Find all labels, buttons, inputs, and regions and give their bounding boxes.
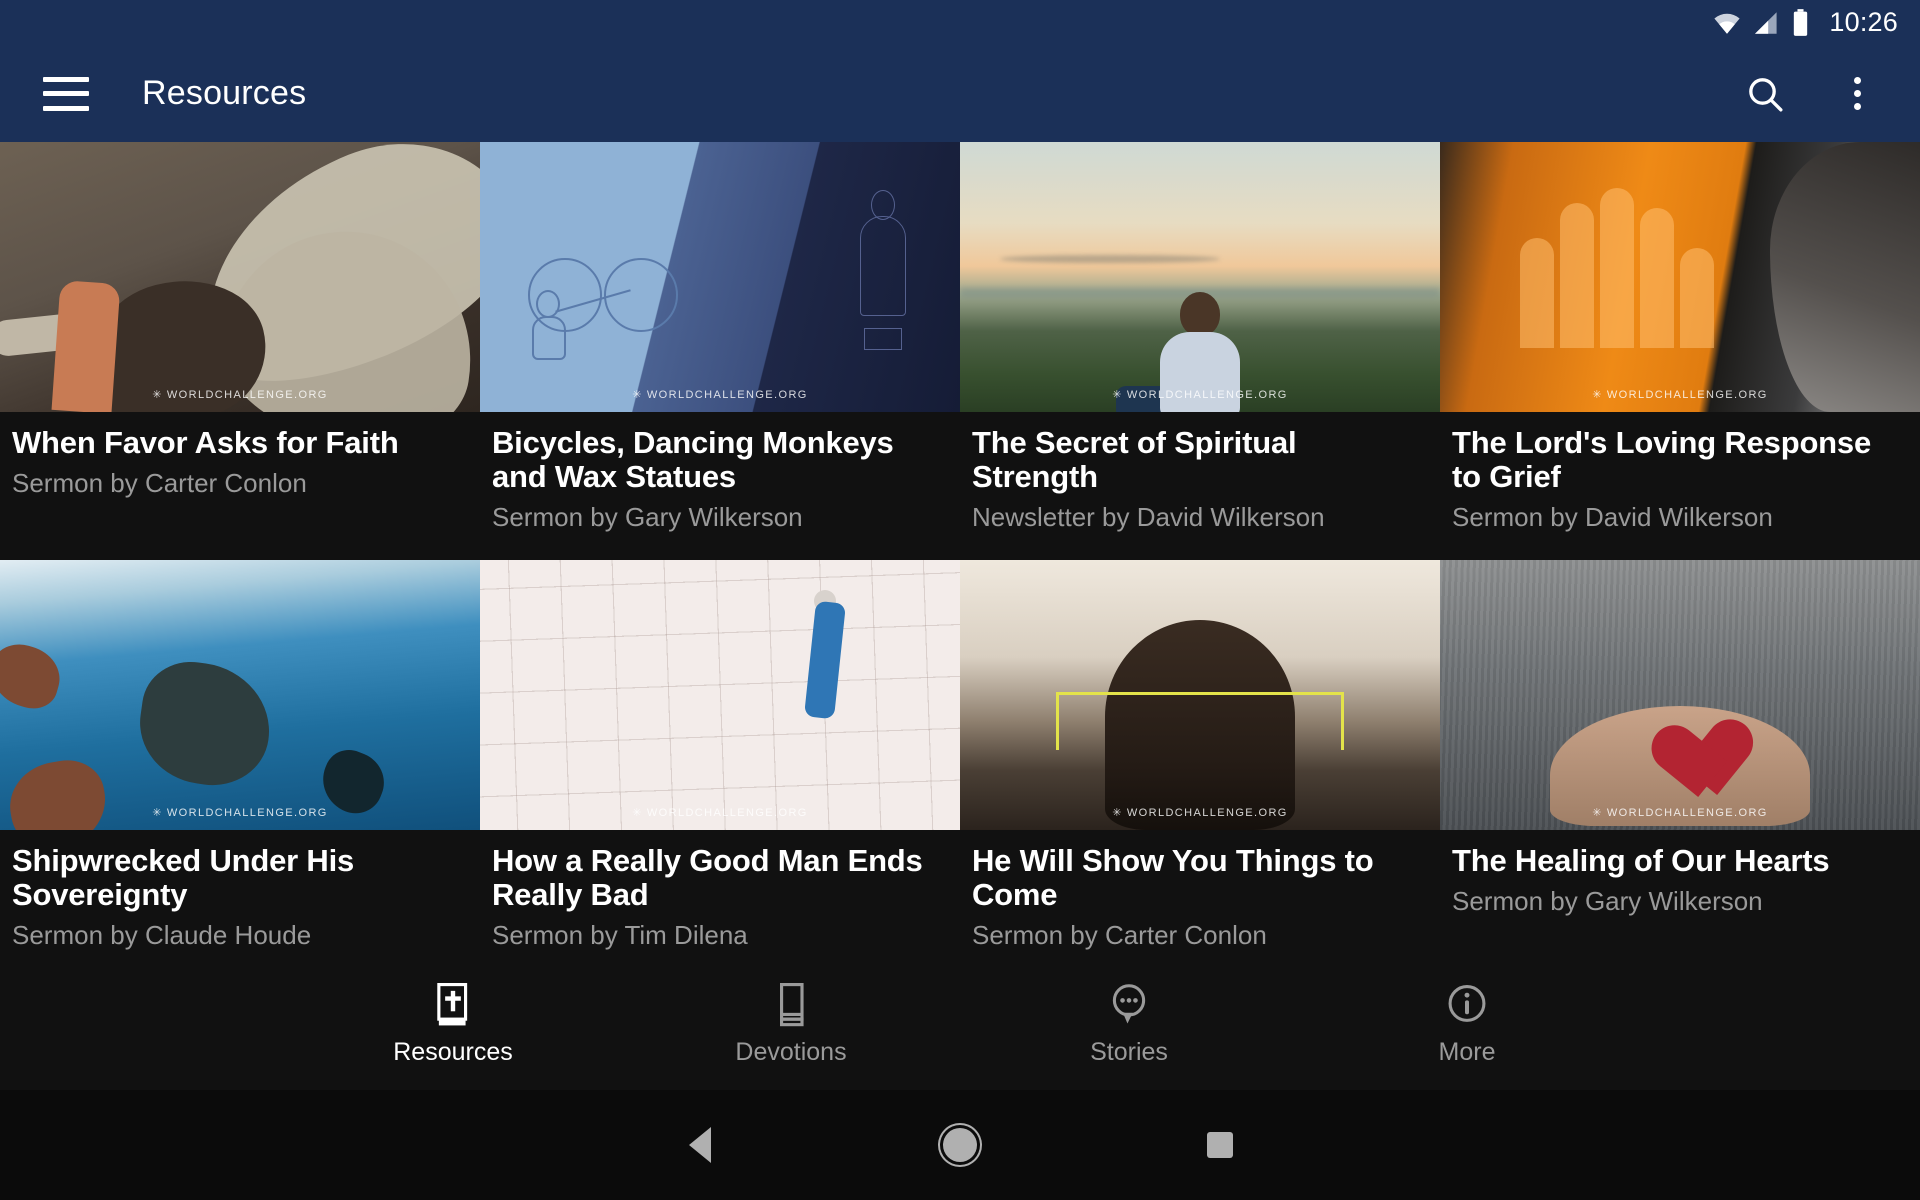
card-body: The Secret of Spiritual Strength Newslet… xyxy=(960,412,1440,532)
watermark: ✳ WORLDCHALLENGE.ORG xyxy=(1112,807,1288,819)
resource-card[interactable]: HE WILL SHOW YOU THINGS TO COME ✳WORLDCH… xyxy=(960,560,1440,978)
card-subtitle: Sermon by Gary Wilkerson xyxy=(492,502,803,533)
bible-book-icon xyxy=(437,983,468,1026)
system-home-button[interactable] xyxy=(830,1128,1090,1162)
thumbnail-art xyxy=(480,142,960,412)
thumbnail-art xyxy=(0,142,480,412)
star-icon: ✳ xyxy=(152,389,163,401)
chat-bubble-icon xyxy=(1112,984,1146,1024)
card-subtitle: Sermon by Tim Dilena xyxy=(492,920,748,951)
nav-item-more[interactable]: More xyxy=(1298,983,1636,1067)
thumbnail-art xyxy=(1440,560,1920,830)
card-body: When Favor Asks for Faith Sermon by Cart… xyxy=(0,412,480,498)
card-subtitle: Sermon by Gary Wilkerson xyxy=(1452,886,1763,917)
cellular-signal-icon xyxy=(1755,11,1778,34)
card-title: Shipwrecked Under His Sovereignty xyxy=(12,843,355,913)
thumbnail-art xyxy=(0,560,480,830)
resource-thumbnail: THE HEALING OF OUR HEARTS ✳WORLDCHALLENG… xyxy=(1440,560,1920,830)
card-body: The Healing of Our Hearts Sermon by Gary… xyxy=(1440,830,1920,916)
card-title: He Will Show You Things to Come xyxy=(972,843,1374,913)
resource-thumbnail: WHEN FAVOR ASKS FOR FAITH ✳WORLDCHALLENG… xyxy=(0,142,480,412)
resource-thumbnail: HOW A REALLY GOOD MAN ENDS REALLY BAD ✳W… xyxy=(480,560,960,830)
back-triangle-icon xyxy=(689,1127,711,1163)
resource-thumbnail: THE LORD'S LOVING RESPONSE TO GRIEF ✳WOR… xyxy=(1440,142,1920,412)
card-title: The Healing of Our Hearts xyxy=(1452,843,1830,878)
card-title: When Favor Asks for Faith xyxy=(12,425,399,460)
thumbnail-art xyxy=(960,142,1440,412)
card-title: How a Really Good Man Ends Really Bad xyxy=(492,843,923,913)
star-icon: ✳ xyxy=(632,389,643,401)
star-icon: ✳ xyxy=(1592,389,1603,401)
resource-thumbnail: BICYCLES DANCING MONKEYS WAX STATUES ✳WO… xyxy=(480,142,960,412)
status-bar-clock: 10:26 xyxy=(1829,7,1898,37)
card-subtitle: Newsletter by David Wilkerson xyxy=(972,502,1325,533)
nav-item-stories[interactable]: Stories xyxy=(960,983,1298,1067)
card-subtitle: Sermon by Carter Conlon xyxy=(972,920,1267,951)
search-icon[interactable] xyxy=(1742,71,1788,117)
star-icon: ✳ xyxy=(632,807,643,819)
nav-label: Stories xyxy=(1090,1038,1168,1066)
watermark: ✳ WORLDCHALLENGE.ORG xyxy=(152,389,328,401)
card-subtitle: Sermon by Claude Houde xyxy=(12,920,312,951)
android-system-bar xyxy=(0,1090,1920,1200)
resource-thumbnail: OCTOBER 21, 2019 NEWSLETTER ✳WORLDCHALLE… xyxy=(960,142,1440,412)
bottom-navigation: Resources Devotions Stories More xyxy=(0,960,1920,1090)
recents-square-icon xyxy=(1207,1132,1233,1158)
nav-item-devotions[interactable]: Devotions xyxy=(622,983,960,1067)
resource-card[interactable]: SHIPWRECKED UNDER HIS SOVEREIGNTY ✳WORLD… xyxy=(0,560,480,978)
system-recents-button[interactable] xyxy=(1090,1132,1350,1158)
more-vertical-icon[interactable] xyxy=(1834,71,1880,117)
nav-label: Resources xyxy=(393,1038,513,1066)
watermark: ✳ WORLDCHALLENGE.ORG xyxy=(1592,389,1768,401)
wifi-icon xyxy=(1714,13,1741,34)
page-title: Resources xyxy=(142,74,307,112)
star-icon: ✳ xyxy=(1112,389,1123,401)
battery-icon xyxy=(1794,9,1808,36)
card-body: How a Really Good Man Ends Really Bad Se… xyxy=(480,830,960,950)
app-screen: 10:26 Resources ✳ WORLDCHALLENGE.ORG Whe… xyxy=(0,0,1920,1200)
resource-card[interactable]: BICYCLES DANCING MONKEYS WAX STATUES ✳WO… xyxy=(480,142,960,560)
home-circle-icon xyxy=(943,1128,977,1162)
card-title: Bicycles, Dancing Monkeys and Wax Statue… xyxy=(492,425,894,495)
card-subtitle: Sermon by David Wilkerson xyxy=(1452,502,1773,533)
resource-grid: WHEN FAVOR ASKS FOR FAITH ✳WORLDCHALLENG… xyxy=(0,142,1920,1000)
resource-card[interactable]: THE LORD'S LOVING RESPONSE TO GRIEF ✳WOR… xyxy=(1440,142,1920,560)
hamburger-menu-icon[interactable] xyxy=(43,76,89,111)
watermark: ✳ WORLDCHALLENGE.ORG xyxy=(1592,807,1768,819)
info-circle-icon xyxy=(1448,985,1486,1022)
resource-card[interactable]: HOW A REALLY GOOD MAN ENDS REALLY BAD ✳W… xyxy=(480,560,960,978)
resource-card[interactable]: OCTOBER 21, 2019 NEWSLETTER ✳WORLDCHALLE… xyxy=(960,142,1440,560)
nav-label: Devotions xyxy=(735,1038,847,1066)
system-back-button[interactable] xyxy=(570,1127,830,1163)
card-body: Shipwrecked Under His Sovereignty Sermon… xyxy=(0,830,480,950)
card-body: He Will Show You Things to Come Sermon b… xyxy=(960,830,1440,950)
card-title: The Secret of Spiritual Strength xyxy=(972,425,1297,495)
nav-item-resources[interactable]: Resources xyxy=(284,983,622,1067)
star-icon: ✳ xyxy=(1112,807,1123,819)
nav-label: More xyxy=(1438,1038,1496,1066)
thumbnail-art xyxy=(1440,142,1920,412)
resource-card[interactable]: WHEN FAVOR ASKS FOR FAITH ✳WORLDCHALLENG… xyxy=(0,142,480,560)
card-body: The Lord's Loving Response to Grief Serm… xyxy=(1440,412,1920,532)
watermark: ✳ WORLDCHALLENGE.ORG xyxy=(632,807,808,819)
book-icon xyxy=(779,983,804,1027)
resource-thumbnail: HE WILL SHOW YOU THINGS TO COME ✳WORLDCH… xyxy=(960,560,1440,830)
card-body: Bicycles, Dancing Monkeys and Wax Statue… xyxy=(480,412,960,532)
thumbnail-art xyxy=(960,560,1440,830)
thumbnail-art xyxy=(480,560,960,830)
card-subtitle: Sermon by Carter Conlon xyxy=(12,468,307,499)
watermark: ✳ WORLDCHALLENGE.ORG xyxy=(1112,389,1288,401)
watermark: ✳ WORLDCHALLENGE.ORG xyxy=(152,807,328,819)
status-bar: 10:26 xyxy=(0,0,1920,45)
app-bar: Resources xyxy=(0,45,1920,142)
resource-thumbnail: SHIPWRECKED UNDER HIS SOVEREIGNTY ✳WORLD… xyxy=(0,560,480,830)
card-title: The Lord's Loving Response to Grief xyxy=(1452,425,1871,495)
app-bar-actions xyxy=(1742,71,1920,117)
star-icon: ✳ xyxy=(152,807,163,819)
star-icon: ✳ xyxy=(1592,807,1603,819)
resource-card[interactable]: THE HEALING OF OUR HEARTS ✳WORLDCHALLENG… xyxy=(1440,560,1920,978)
watermark: ✳ WORLDCHALLENGE.ORG xyxy=(632,389,808,401)
